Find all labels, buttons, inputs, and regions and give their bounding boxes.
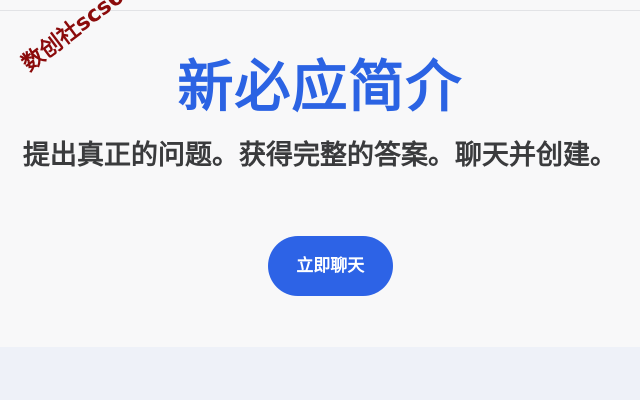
footer-band [0, 347, 640, 400]
page-title: 新必应简介 [177, 55, 463, 120]
chat-now-button[interactable]: 立即聊天 [268, 236, 393, 296]
hero-subtitle: 提出真正的问题。获得完整的答案。聊天并创建。 [23, 140, 617, 171]
